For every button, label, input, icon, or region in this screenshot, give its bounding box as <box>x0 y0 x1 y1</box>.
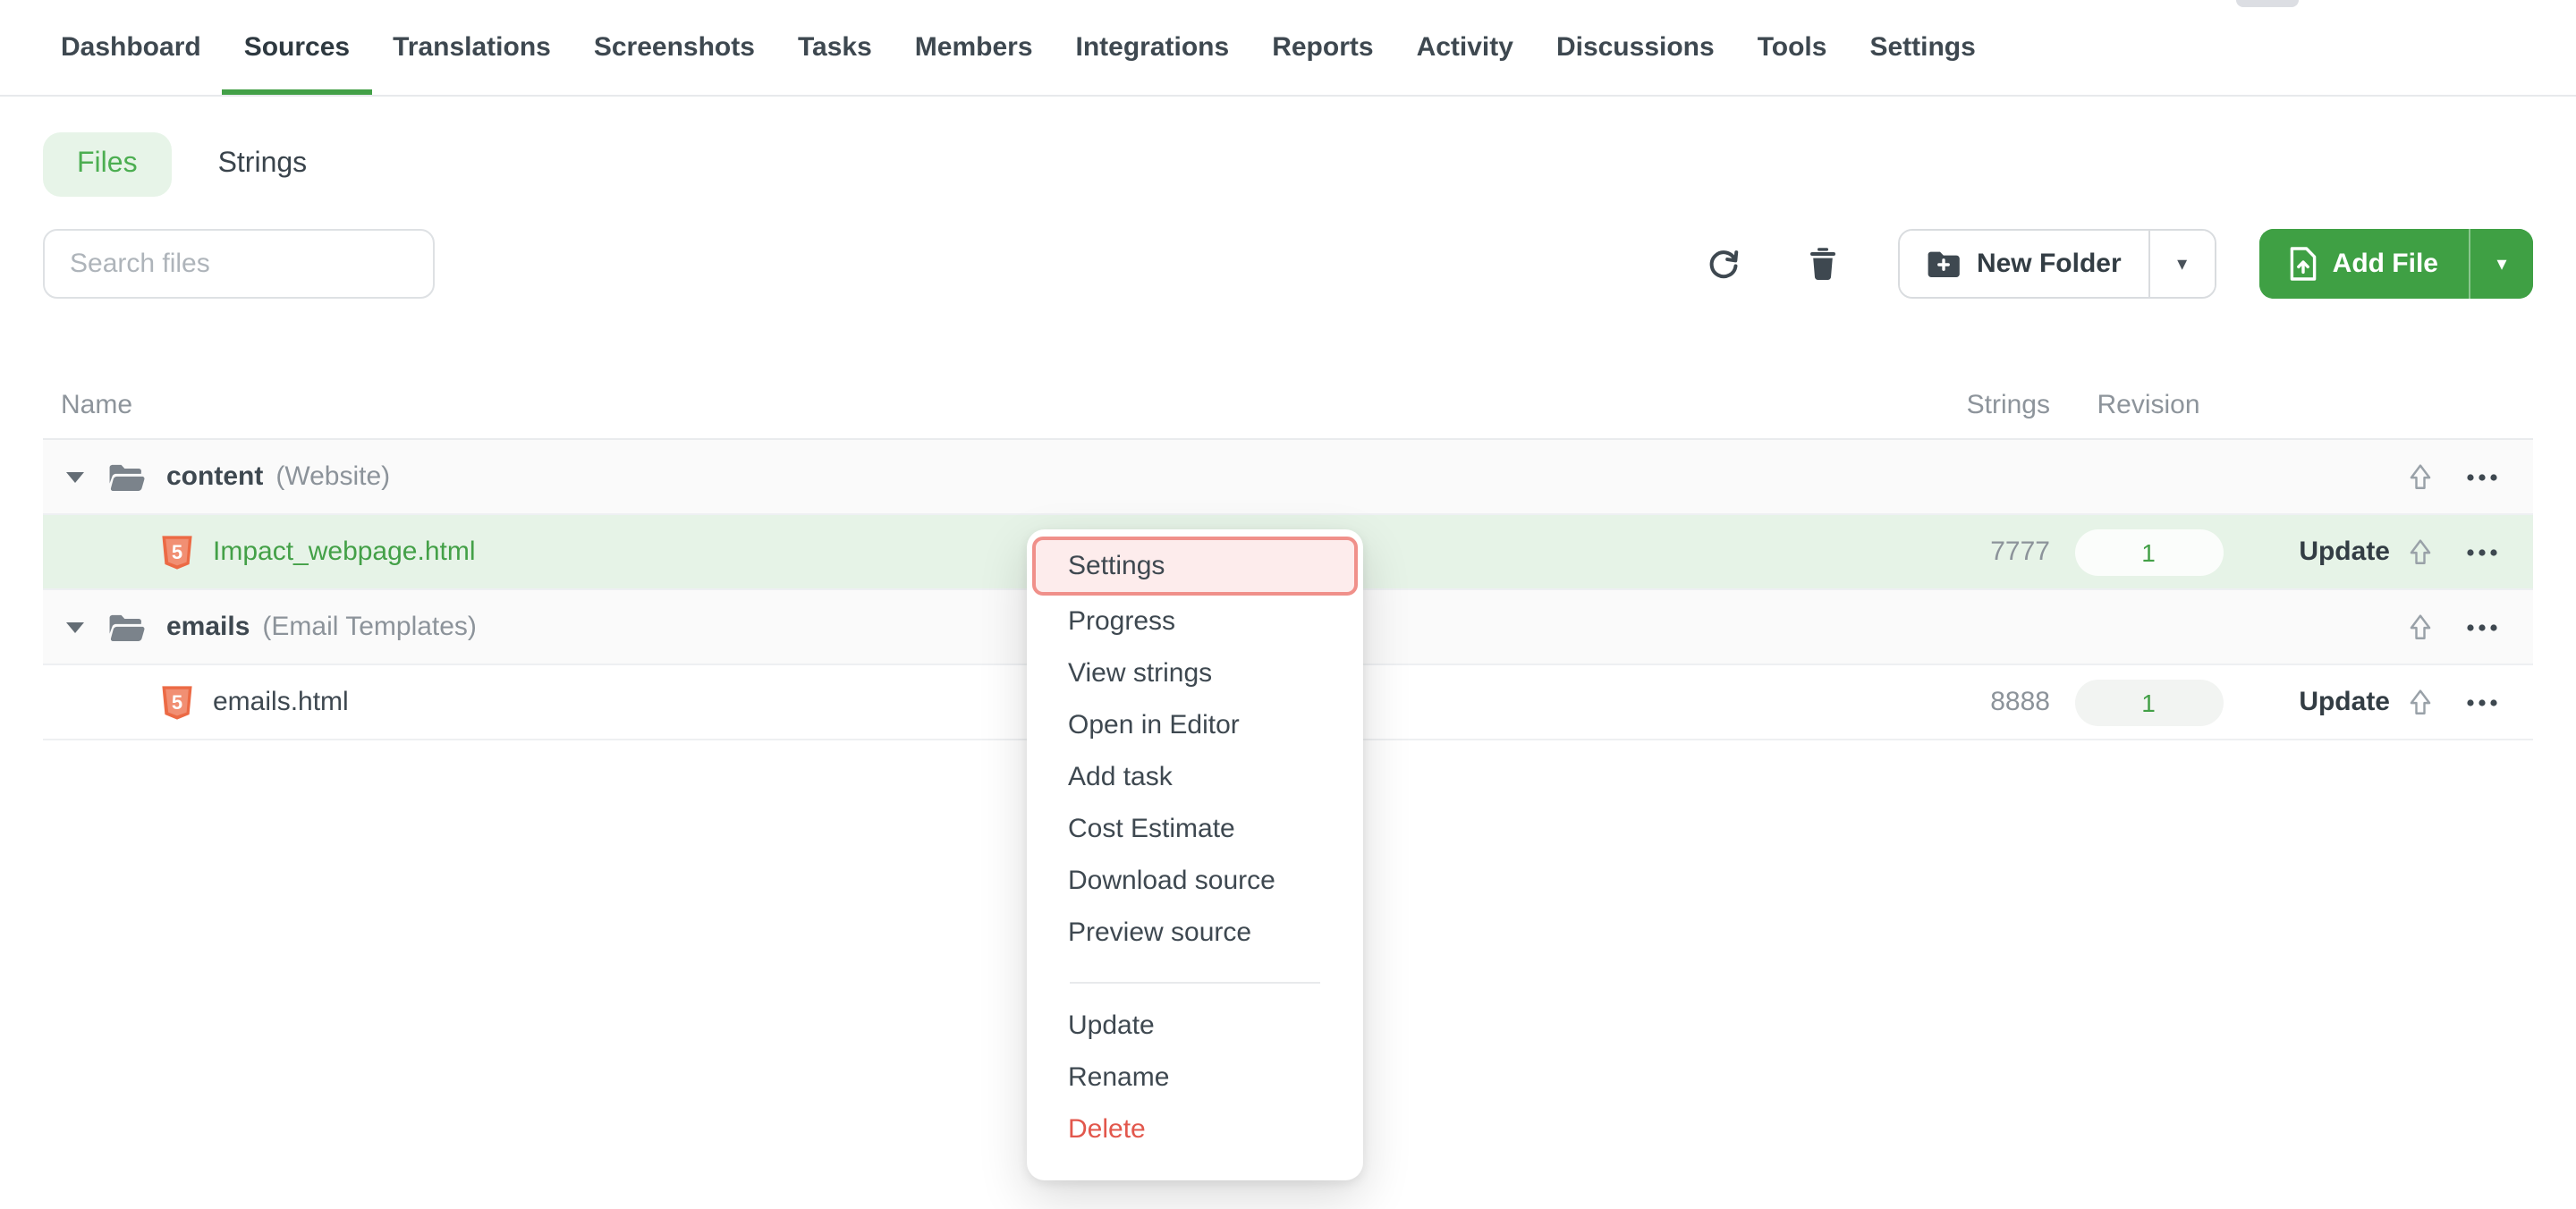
sources-page: Dashboard Sources Translations Screensho… <box>0 0 2576 1209</box>
update-link[interactable]: Update <box>2299 536 2390 566</box>
upload-icon[interactable] <box>2408 463 2433 490</box>
menu-item-add-task[interactable]: Add task <box>1027 751 1363 803</box>
add-file-button[interactable]: Add File <box>2259 229 2469 299</box>
menu-item-update[interactable]: Update <box>1027 1000 1363 1052</box>
more-actions-icon[interactable] <box>2466 548 2496 555</box>
nav-item-discussions[interactable]: Discussions <box>1535 0 1736 95</box>
new-folder-split-button: New Folder ▾ <box>1898 229 2216 299</box>
delete-selected-button[interactable] <box>1801 240 1844 288</box>
table-row-folder-content[interactable]: content (Website) <box>43 440 2533 515</box>
nav-item-integrations[interactable]: Integrations <box>1055 0 1251 95</box>
nav-item-tools[interactable]: Tools <box>1736 0 1849 95</box>
file-upload-icon <box>2290 247 2317 281</box>
strings-count: 7777 <box>1835 537 2050 567</box>
menu-item-preview-source[interactable]: Preview source <box>1027 907 1363 959</box>
new-folder-button[interactable]: New Folder <box>1900 231 2148 297</box>
strings-count: 8888 <box>1835 687 2050 717</box>
revision-badge[interactable]: 1 <box>2074 528 2223 575</box>
folder-icon <box>107 462 145 491</box>
chevron-down-icon: ▾ <box>2177 252 2187 275</box>
nav-item-sources[interactable]: Sources <box>223 0 371 95</box>
partial-scrolled-element <box>2236 0 2299 7</box>
refresh-button[interactable] <box>1699 240 1748 288</box>
new-folder-label: New Folder <box>1977 249 2122 279</box>
file-name[interactable]: Impact_webpage.html <box>213 537 476 567</box>
upload-icon[interactable] <box>2408 689 2433 715</box>
nav-item-members[interactable]: Members <box>894 0 1055 95</box>
folder-icon <box>107 613 145 641</box>
controls-row: New Folder ▾ Add File ▾ <box>43 229 2533 299</box>
trash-icon <box>1809 247 1837 281</box>
menu-divider <box>1070 982 1320 984</box>
nav-item-activity[interactable]: Activity <box>1395 0 1535 95</box>
tab-files[interactable]: Files <box>43 132 172 197</box>
search-input[interactable] <box>43 229 435 299</box>
new-folder-dropdown-button[interactable]: ▾ <box>2148 231 2215 297</box>
table-header: Name Strings Revision <box>43 370 2533 440</box>
html5-file-icon: 5 <box>161 684 193 720</box>
menu-item-open-in-editor[interactable]: Open in Editor <box>1027 699 1363 751</box>
more-actions-icon[interactable] <box>2466 623 2496 630</box>
file-name[interactable]: emails.html <box>213 687 349 717</box>
menu-item-download-source[interactable]: Download source <box>1027 855 1363 907</box>
folder-plus-icon <box>1927 249 1961 278</box>
collapse-folder-icon[interactable] <box>66 471 84 482</box>
folder-note: (Website) <box>275 461 390 492</box>
header-revision: Revision <box>2050 389 2247 419</box>
upload-icon[interactable] <box>2408 613 2433 640</box>
menu-item-cost-estimate[interactable]: Cost Estimate <box>1027 803 1363 855</box>
top-nav: Dashboard Sources Translations Screensho… <box>0 0 2576 97</box>
nav-item-settings[interactable]: Settings <box>1848 0 1996 95</box>
file-context-menu: Settings Progress View strings Open in E… <box>1027 529 1363 1180</box>
header-strings: Strings <box>1835 389 2050 419</box>
folder-note: (Email Templates) <box>262 612 477 642</box>
tab-strings[interactable]: Strings <box>218 148 308 181</box>
add-file-split-button: Add File ▾ <box>2259 229 2533 299</box>
view-switch: Files Strings <box>43 132 2533 197</box>
nav-item-tasks[interactable]: Tasks <box>776 0 894 95</box>
menu-item-settings[interactable]: Settings <box>1032 537 1358 596</box>
update-link[interactable]: Update <box>2299 686 2390 716</box>
menu-item-view-strings[interactable]: View strings <box>1027 647 1363 699</box>
refresh-icon <box>1707 247 1741 281</box>
html5-file-icon: 5 <box>161 534 193 570</box>
more-actions-icon[interactable] <box>2466 473 2496 480</box>
menu-item-rename[interactable]: Rename <box>1027 1052 1363 1103</box>
folder-name[interactable]: emails <box>166 612 250 642</box>
revision-badge[interactable]: 1 <box>2074 679 2223 725</box>
nav-item-translations[interactable]: Translations <box>371 0 572 95</box>
chevron-down-icon: ▾ <box>2496 252 2506 275</box>
collapse-folder-icon[interactable] <box>66 621 84 632</box>
folder-name[interactable]: content <box>166 461 263 492</box>
menu-item-delete[interactable]: Delete <box>1027 1103 1363 1155</box>
upload-icon[interactable] <box>2408 538 2433 565</box>
svg-text:5: 5 <box>172 690 182 713</box>
nav-item-screenshots[interactable]: Screenshots <box>572 0 776 95</box>
nav-item-dashboard[interactable]: Dashboard <box>39 0 223 95</box>
nav-item-reports[interactable]: Reports <box>1250 0 1394 95</box>
menu-item-progress[interactable]: Progress <box>1027 596 1363 647</box>
svg-text:5: 5 <box>172 540 182 562</box>
add-file-label: Add File <box>2333 249 2438 279</box>
header-name: Name <box>43 389 1835 419</box>
more-actions-icon[interactable] <box>2466 698 2496 706</box>
add-file-dropdown-button[interactable]: ▾ <box>2469 229 2533 299</box>
